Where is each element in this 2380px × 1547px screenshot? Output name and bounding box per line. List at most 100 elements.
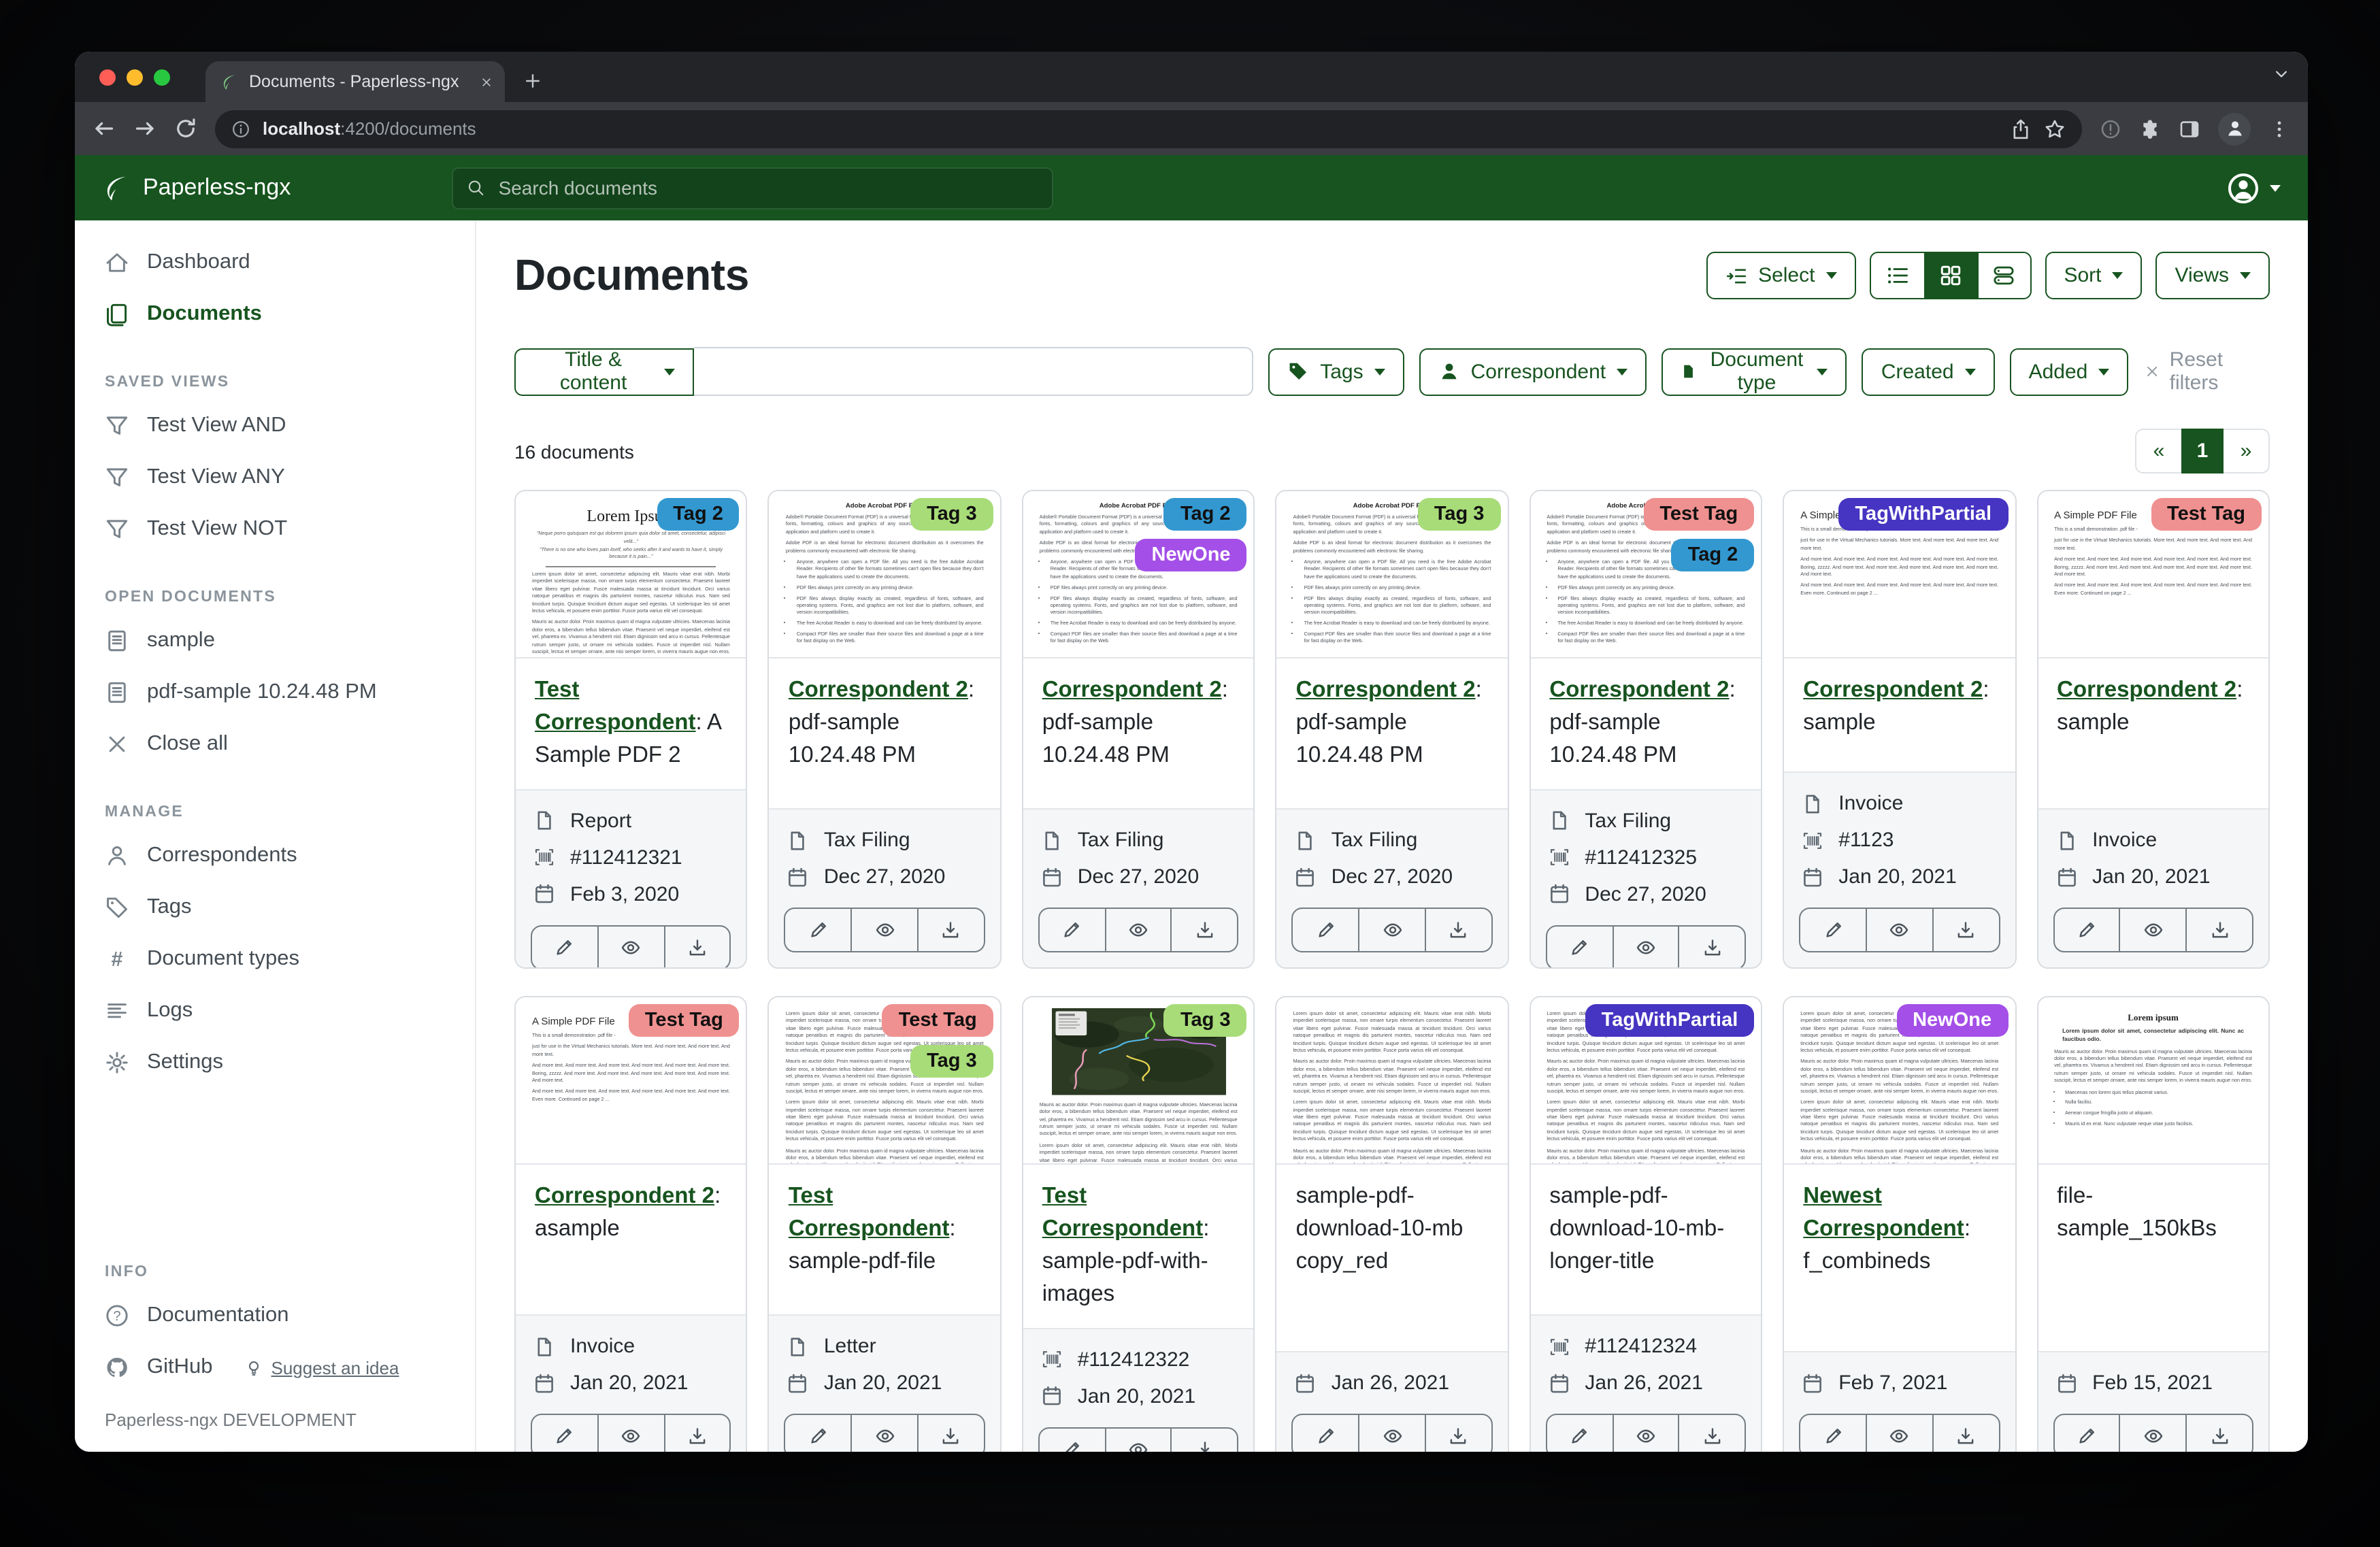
view-document-button[interactable] (850, 1415, 917, 1452)
edit-document-button[interactable] (2054, 1415, 2119, 1452)
download-document-button[interactable] (663, 1415, 730, 1452)
edit-document-button[interactable] (532, 1415, 597, 1452)
document-thumbnail[interactable]: Lorem ipsum dolor sit amet, consectetur … (770, 997, 1000, 1165)
select-dropdown-button[interactable]: Select (1706, 252, 1855, 299)
filter-tags-dropdown[interactable]: Tags (1268, 348, 1404, 395)
pagination-page-1-button[interactable]: 1 (2181, 429, 2224, 473)
minimize-window-button[interactable] (127, 69, 143, 85)
sidebar-item-correspondents[interactable]: Correspondents (75, 830, 475, 882)
correspondent-link[interactable]: Correspondent 2 (1803, 678, 1983, 702)
document-thumbnail[interactable]: Adobe Acrobat PDF FilesAdobe® Portable D… (1277, 491, 1508, 659)
tag-chip[interactable]: Test Tag (629, 1004, 740, 1037)
document-thumbnail[interactable]: Mauris ac auctor dolor. Proin maximus qu… (1023, 997, 1254, 1165)
edit-document-button[interactable] (532, 927, 597, 969)
tag-chip[interactable]: Test Tag (882, 1004, 993, 1037)
sort-dropdown-button[interactable]: Sort (2045, 252, 2142, 299)
global-search[interactable] (452, 167, 1053, 209)
views-dropdown-button[interactable]: Views (2156, 252, 2270, 299)
view-document-button[interactable] (1612, 1415, 1679, 1452)
view-mode-list-button[interactable] (1870, 253, 1923, 298)
download-document-button[interactable] (1679, 1415, 1745, 1452)
extensions-puzzle-icon[interactable] (2139, 118, 2161, 139)
download-document-button[interactable] (2185, 909, 2252, 951)
back-button[interactable] (93, 117, 116, 140)
tag-chip[interactable]: Test Tag (1643, 498, 1754, 531)
sidebar-item-sample[interactable]: sample (75, 615, 475, 667)
correspondent-link[interactable]: Newest Correspondent (1803, 1184, 1964, 1241)
tag-chip[interactable]: Tag 2 (1672, 539, 1755, 571)
reset-filters-button[interactable]: Reset filters (2145, 348, 2270, 395)
correspondent-link[interactable]: Test Correspondent (789, 1184, 950, 1241)
correspondent-link[interactable]: Correspondent 2 (535, 1184, 714, 1208)
download-document-button[interactable] (2185, 1415, 2252, 1452)
document-thumbnail[interactable]: Adobe Acrobat PDF FilesAdobe® Portable D… (770, 491, 1000, 659)
tag-chip[interactable]: Tag 3 (1164, 1004, 1247, 1037)
tab-search-caret-icon[interactable] (2274, 67, 2289, 82)
sidebar-item-close-all[interactable]: Close all (75, 718, 475, 770)
reload-button[interactable] (174, 117, 197, 140)
correspondent-link[interactable]: Correspondent 2 (789, 678, 968, 702)
url-bar[interactable]: localhost:4200/documents (215, 110, 2082, 148)
edit-document-button[interactable] (1293, 1415, 1359, 1452)
view-document-button[interactable] (1358, 909, 1425, 951)
document-thumbnail[interactable]: Adobe Acrobat PDF FilesAdobe® Portable D… (1530, 491, 1761, 659)
view-document-button[interactable] (1866, 1415, 1932, 1452)
document-thumbnail[interactable]: Lorem ipsum dolor sit amet, consectetur … (1784, 997, 2015, 1165)
edit-document-button[interactable] (1293, 909, 1359, 951)
sidebar-item-settings[interactable]: Settings (75, 1037, 475, 1088)
view-document-button[interactable] (597, 927, 664, 969)
view-document-button[interactable] (1104, 909, 1171, 951)
download-document-button[interactable] (917, 1415, 984, 1452)
sidebar-item-test-view-not[interactable]: Test View NOT (75, 503, 475, 555)
document-thumbnail[interactable]: A Simple PDF FileThis is a small demonst… (2038, 491, 2268, 659)
document-thumbnail[interactable]: A Simple PDF FileThis is a small demonst… (1784, 491, 2015, 659)
sidebar-item-dashboard[interactable]: Dashboard (75, 237, 475, 288)
tag-chip[interactable]: Tag 3 (910, 1045, 993, 1078)
new-tab-button[interactable] (524, 72, 542, 90)
user-menu[interactable] (2226, 171, 2281, 205)
filter-added-dropdown[interactable]: Added (2010, 348, 2129, 395)
pagination-next-button[interactable]: » (2224, 429, 2270, 473)
filter-document-type-dropdown[interactable]: Document type (1662, 348, 1847, 395)
edit-document-button[interactable] (1800, 1415, 1866, 1452)
edit-document-button[interactable] (2054, 909, 2119, 951)
correspondent-link[interactable]: Test Correspondent (535, 678, 696, 735)
browser-tab[interactable]: Documents - Paperless-ngx (205, 61, 505, 102)
view-document-button[interactable] (1866, 909, 1932, 951)
download-document-button[interactable] (1425, 909, 1491, 951)
zoom-window-button[interactable] (154, 69, 170, 85)
extension-status-icon[interactable] (2100, 118, 2121, 139)
view-mode-grid-button[interactable] (1923, 253, 1977, 298)
download-document-button[interactable] (917, 909, 984, 951)
filter-correspondent-dropdown[interactable]: Correspondent (1419, 348, 1647, 395)
document-thumbnail[interactable]: A Simple PDF FileThis is a small demonst… (516, 997, 746, 1165)
download-document-button[interactable] (1171, 909, 1238, 951)
edit-document-button[interactable] (1547, 927, 1612, 969)
sidebar-item-github[interactable]: GitHub (75, 1342, 224, 1393)
close-window-button[interactable] (99, 69, 116, 85)
view-document-button[interactable] (1358, 1415, 1425, 1452)
bookmark-star-icon[interactable] (2044, 118, 2066, 139)
view-document-button[interactable] (1612, 927, 1679, 969)
filter-text-input[interactable] (694, 347, 1253, 396)
edit-document-button[interactable] (1800, 909, 1866, 951)
view-document-button[interactable] (2119, 909, 2186, 951)
sidebar-item-documentation[interactable]: ?Documentation (75, 1290, 475, 1342)
tag-chip[interactable]: NewOne (1896, 1004, 2008, 1037)
document-thumbnail[interactable]: Lorem ipsum dolor sit amet, consectetur … (1277, 997, 1508, 1165)
tag-chip[interactable]: Test Tag (2151, 498, 2262, 531)
document-thumbnail[interactable]: Lorem Ipsum"Neque porro quisquam est qui… (516, 491, 746, 659)
download-document-button[interactable] (1679, 927, 1745, 969)
site-info-icon[interactable] (231, 119, 250, 138)
view-mode-detail-button[interactable] (1977, 253, 2030, 298)
tag-chip[interactable]: NewOne (1136, 539, 1247, 571)
tag-chip[interactable]: TagWithPartial (1839, 498, 2009, 531)
correspondent-link[interactable]: Test Correspondent (1042, 1184, 1204, 1241)
edit-document-button[interactable] (786, 1415, 851, 1452)
share-icon[interactable] (2010, 118, 2032, 139)
sidebar-item-logs[interactable]: Logs (75, 985, 475, 1037)
tag-chip[interactable]: Tag 3 (910, 498, 993, 531)
forward-button[interactable] (133, 117, 156, 140)
search-input[interactable] (496, 176, 1038, 200)
edit-document-button[interactable] (1040, 909, 1105, 951)
